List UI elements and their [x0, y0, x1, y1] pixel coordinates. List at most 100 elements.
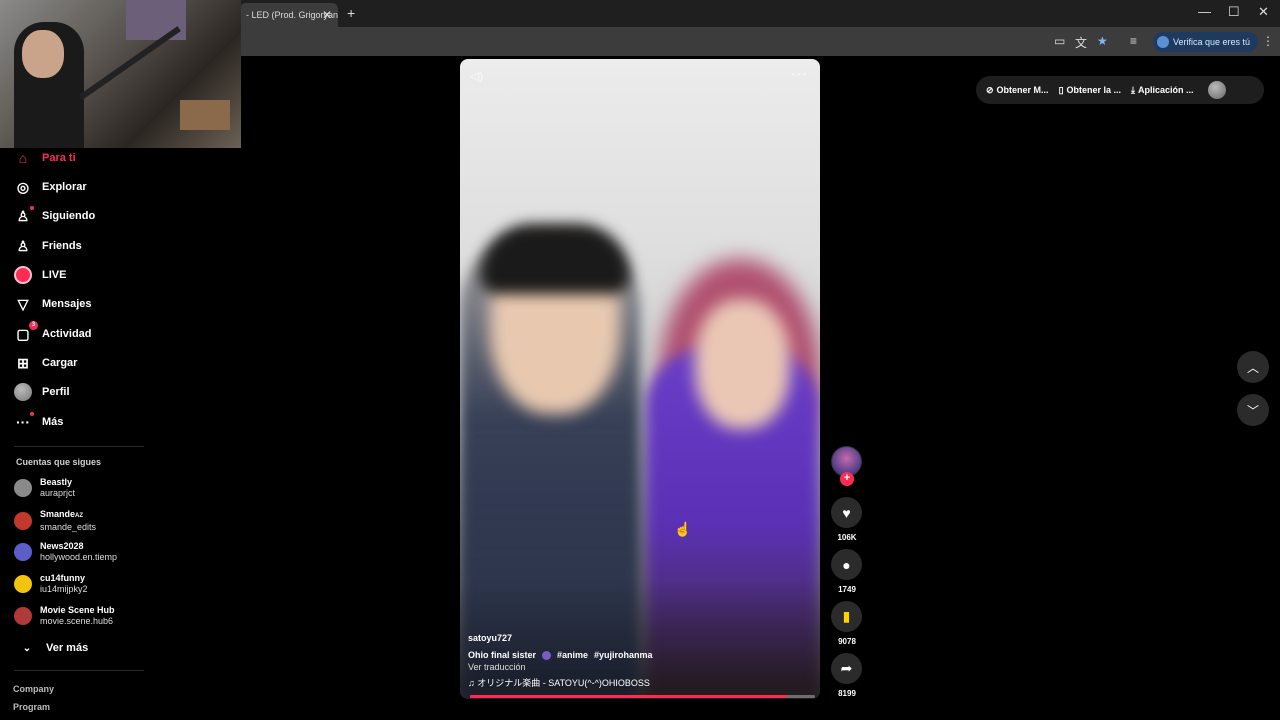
video-frame-shape — [695, 299, 790, 429]
download-icon: ⤓ — [1131, 84, 1136, 95]
webcam-overlay — [0, 0, 241, 148]
sidebar-item-siguiendo[interactable]: ♙ Siguiendo — [14, 205, 96, 226]
following-avatar — [14, 607, 32, 625]
emoji-icon — [542, 650, 552, 660]
get-app-button[interactable]: ▯ Obtener la ... — [1059, 85, 1121, 96]
heart-icon: ♥ — [842, 504, 851, 521]
next-video-button[interactable]: ﹀ — [1237, 394, 1269, 426]
video-progress-fill — [470, 695, 788, 698]
sidebar-item-label: Perfil — [42, 386, 70, 398]
following-avatar — [14, 575, 32, 593]
sidebar-item-mensajes[interactable]: ▽ Mensajes — [14, 294, 92, 314]
video-username[interactable]: satoyu727 — [468, 633, 512, 643]
following-item[interactable]: Movie Scene Hub movie.scene.hub6 — [14, 605, 115, 627]
activity-icon: ▢ 3 — [14, 320, 38, 343]
verify-identity-button[interactable]: Verifica que eres tú — [1153, 32, 1259, 52]
video-caption: Ohio final sister #anime #yujirohanma — [468, 650, 653, 660]
avatar — [14, 383, 32, 401]
reading-list-icon[interactable]: ≡ — [1130, 34, 1137, 48]
top-actions-bar: ⊘ Obtener M... ▯ Obtener la ... ⤓ Aplicació… — [976, 76, 1264, 104]
comment-button[interactable]: ● — [831, 549, 862, 580]
following-icon: ♙ — [14, 205, 34, 225]
sidebar-item-perfil[interactable]: Perfil — [14, 382, 70, 402]
following-avatar — [14, 479, 32, 497]
get-coins-button[interactable]: ⊘ Obtener M... — [986, 85, 1049, 96]
sidebar-item-explorar[interactable]: ◎ Explorar — [14, 177, 87, 197]
maximize-button[interactable]: ☐ — [1228, 4, 1240, 20]
hashtag[interactable]: #anime — [557, 650, 588, 660]
hashtag[interactable]: #yujirohanma — [594, 650, 653, 660]
close-window-button[interactable]: ✕ — [1258, 4, 1269, 20]
see-more-button[interactable]: ⌄ Ver más — [18, 638, 88, 658]
following-avatar — [14, 543, 32, 561]
like-count: 106K — [837, 533, 857, 542]
phone-icon: ▯ — [1058, 84, 1064, 95]
following-section-title: Cuentas que sigues — [16, 457, 102, 467]
bookmark-star-icon[interactable]: ★ — [1097, 34, 1108, 48]
translate-icon[interactable]: 文 — [1075, 34, 1087, 51]
avatar[interactable] — [1207, 81, 1226, 99]
cast-icon[interactable]: ▭ — [1054, 34, 1065, 48]
sidebar-item-label: Cargar — [42, 357, 78, 369]
minimize-button[interactable]: — — [1198, 4, 1211, 19]
translate-link[interactable]: Ver traducción — [468, 662, 526, 672]
more-options-icon[interactable]: ··· — [791, 65, 808, 81]
sidebar-divider — [14, 670, 144, 671]
new-tab-button[interactable]: + — [347, 5, 355, 21]
browser-menu-icon[interactable]: ⋮ — [1262, 34, 1274, 48]
sidebar-item-label: Más — [42, 416, 64, 428]
desktop-app-button[interactable]: ⤓ Aplicación ... — [1131, 85, 1194, 96]
webcam-box — [180, 100, 230, 130]
webcam-face — [22, 30, 64, 78]
following-handle: movie.scene.hub6 — [40, 616, 114, 626]
compass-icon: ⊘ — [986, 84, 994, 95]
share-button[interactable]: ➦ — [831, 653, 862, 684]
sidebar-item-label: Mensajes — [42, 298, 92, 310]
following-item[interactable]: Beastly auraprjct — [14, 477, 75, 499]
following-handle: iu14mijpky2 — [40, 584, 88, 594]
following-item[interactable]: cu14funny iu14mijpky2 — [14, 573, 88, 595]
following-item[interactable]: News2028 hollywood.en.tiemp — [14, 541, 117, 563]
home-icon: ⌂ — [18, 150, 28, 166]
following-name: Beastly — [40, 477, 73, 487]
tab-close-icon[interactable]: ✕ — [322, 8, 332, 22]
following-item[interactable]: SmandeAZ smande_edits — [14, 509, 96, 533]
sidebar-item-para-ti[interactable]: ⌂ Para ti — [14, 148, 76, 168]
webcam-background-window — [126, 0, 186, 40]
chevron-down-icon: ⌄ — [22, 642, 32, 654]
bookmark-icon: ▮ — [842, 608, 851, 624]
following-name: Movie Scene Hub — [40, 605, 115, 615]
verify-label: Verifica que eres tú — [1173, 37, 1251, 47]
sidebar-item-mas[interactable]: ··· Más — [14, 412, 63, 432]
sidebar-item-label: Actividad — [42, 328, 92, 340]
like-button[interactable]: ♥ — [831, 497, 862, 528]
browser-tab[interactable]: - LED (Prod. Grigoryan ✕ — [240, 3, 338, 27]
following-name: News2028 — [40, 541, 84, 551]
compass-icon: ◎ — [16, 178, 30, 195]
chevron-down-icon: ﹀ — [1246, 403, 1259, 418]
sidebar-item-live[interactable]: LIVE — [14, 265, 66, 285]
following-avatar — [14, 512, 32, 530]
sidebar-item-label: Para ti — [42, 152, 76, 164]
sidebar-item-cargar[interactable]: ⊞ Cargar — [14, 353, 77, 373]
previous-video-button[interactable]: ︿ — [1237, 351, 1269, 383]
sidebar-item-label: LIVE — [42, 269, 67, 281]
volume-icon[interactable]: ◁) — [470, 69, 483, 83]
see-more-label: Ver más — [46, 642, 89, 654]
sidebar-item-friends[interactable]: ♙ Friends — [14, 236, 82, 256]
share-icon: ➦ — [840, 660, 853, 676]
sidebar-item-actividad[interactable]: ▢ 3 Actividad — [14, 320, 92, 344]
sidebar-item-label: Friends — [42, 240, 82, 252]
footer-link-company[interactable]: Company — [13, 684, 54, 694]
video-player[interactable]: ◁) ··· satoyu727 Ohio final sister #anim… — [460, 59, 820, 699]
friends-icon: ♙ — [16, 237, 30, 254]
footer-link-program[interactable]: Program — [13, 702, 50, 712]
sidebar-item-label: Siguiendo — [42, 210, 96, 222]
more-icon: ··· — [14, 412, 34, 430]
save-button[interactable]: ▮ — [831, 601, 862, 632]
video-progress-bar[interactable] — [470, 695, 815, 698]
follow-plus-icon[interactable]: + — [840, 472, 854, 486]
music-link[interactable]: ♫ オリジナル楽曲 - SATOYU(^-^)OHIOBOSS — [468, 676, 650, 689]
live-icon — [14, 266, 32, 284]
save-count: 9078 — [838, 637, 856, 646]
